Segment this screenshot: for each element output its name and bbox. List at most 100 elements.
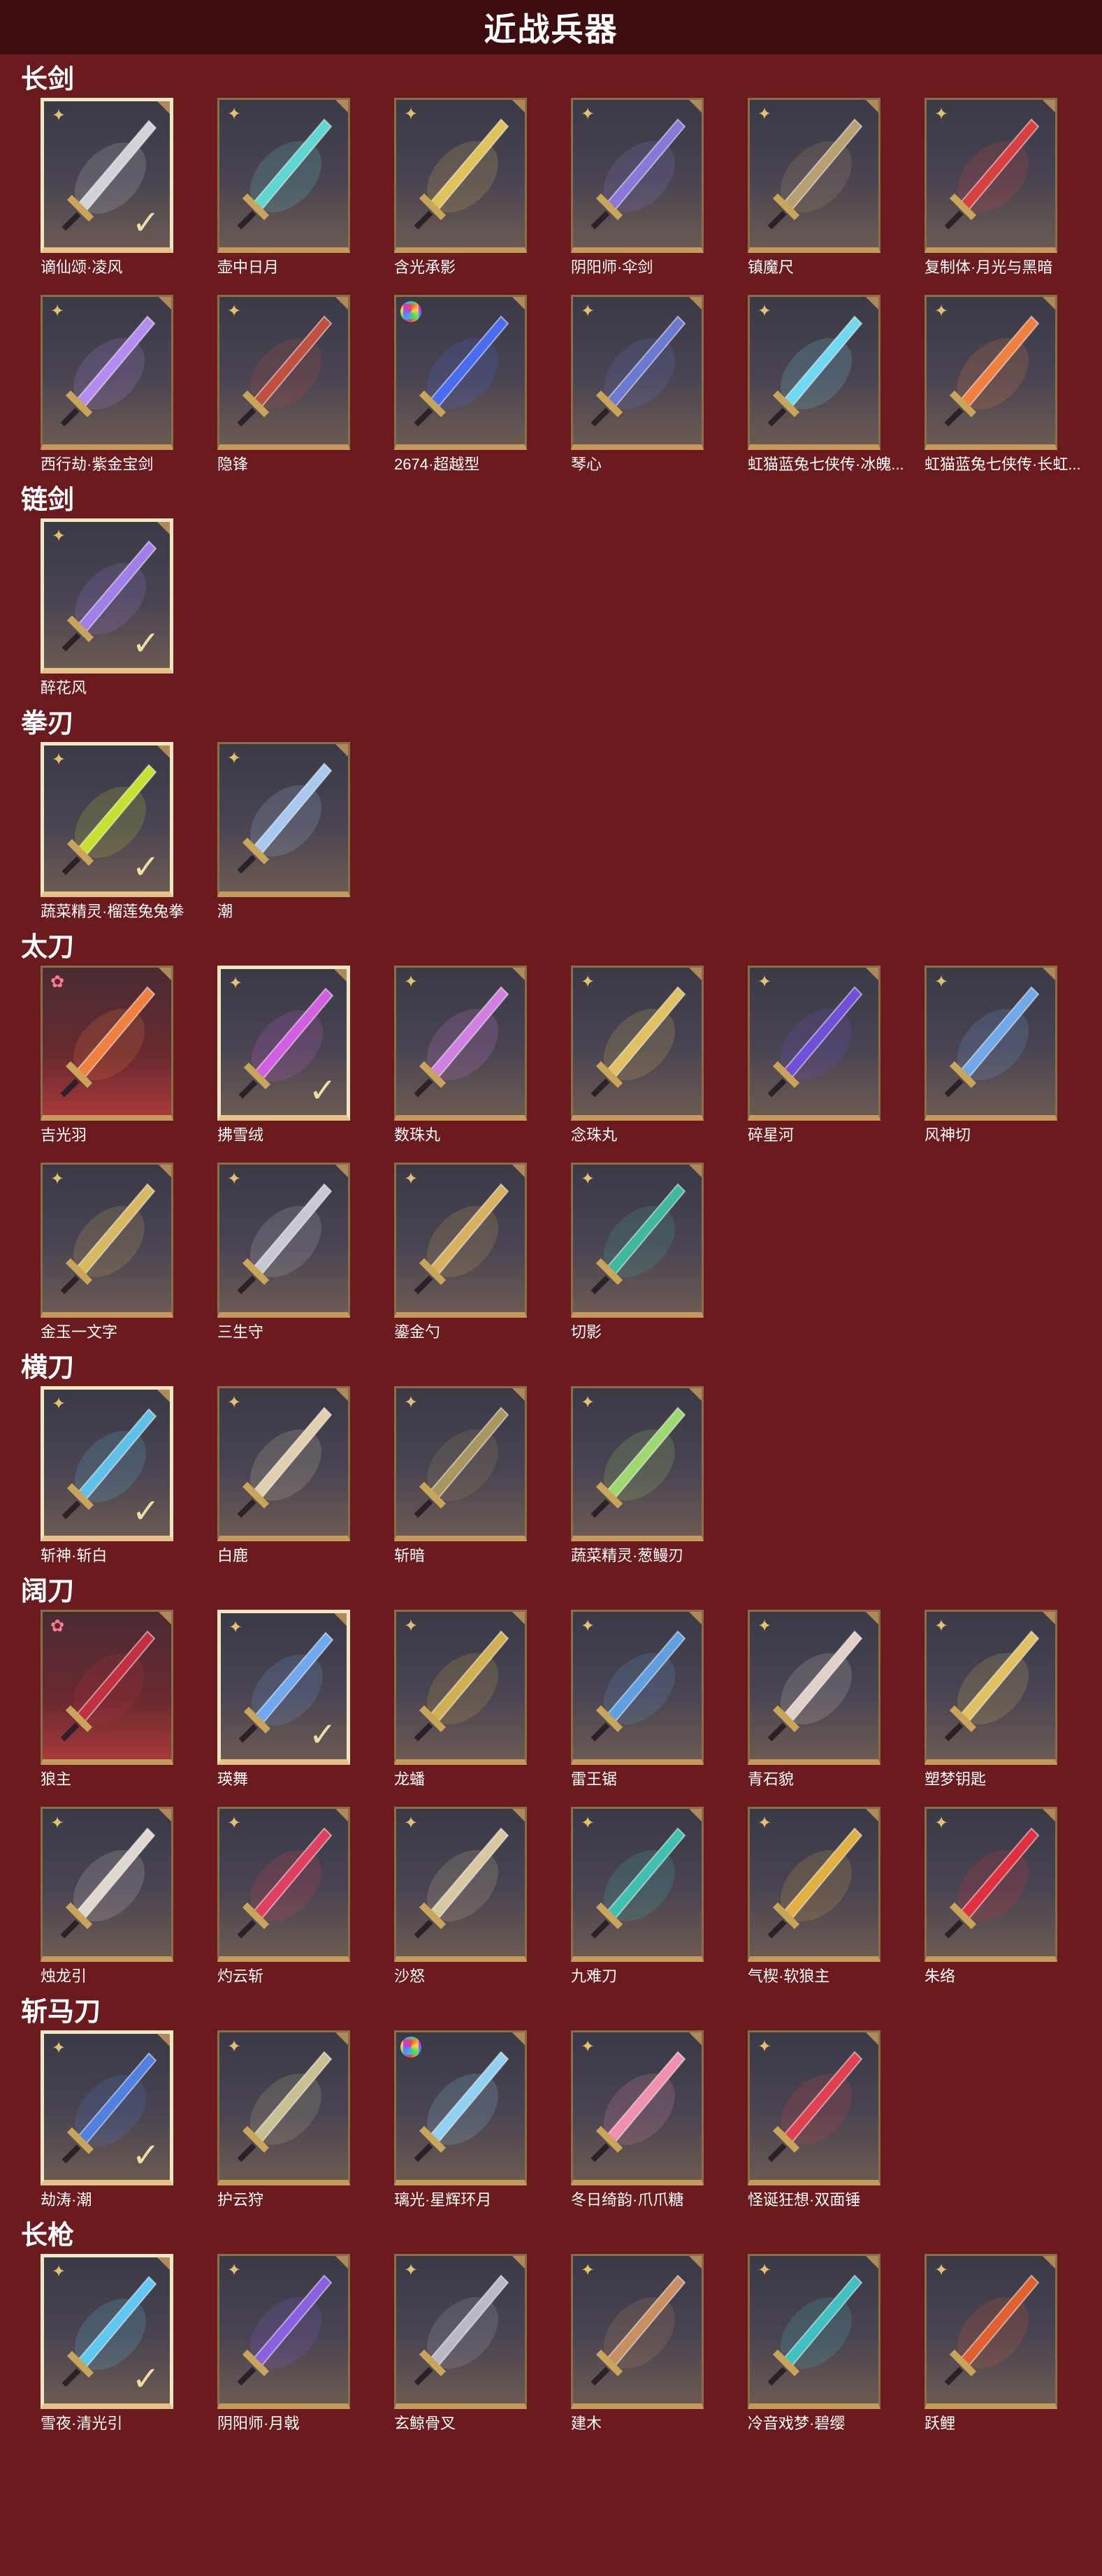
weapon-card[interactable]: ✦ <box>394 1386 527 1541</box>
weapon-item[interactable]: ✦ 青石貌 <box>748 1610 880 1790</box>
weapon-item[interactable]: ✦ 白鹿 <box>217 1386 350 1566</box>
weapon-card[interactable]: ✦ <box>571 1610 704 1765</box>
weapon-item[interactable]: ✦ ✓ 谪仙颂·凌风 <box>41 98 173 278</box>
weapon-card[interactable]: ✦ <box>394 1610 527 1765</box>
weapon-item[interactable]: ✦ 镇魔尺 <box>748 98 880 278</box>
weapon-item[interactable]: ✦ 沙怒 <box>394 1807 527 1987</box>
weapon-item[interactable]: ✦ 切影 <box>571 1163 704 1343</box>
weapon-item[interactable]: ✦ 复制体·月光与黑暗 <box>925 98 1057 278</box>
weapon-card[interactable]: ✦ ✓ <box>41 2030 173 2185</box>
weapon-card[interactable]: ✦ <box>571 98 704 253</box>
weapon-card[interactable]: ✦ <box>925 98 1057 253</box>
weapon-card[interactable]: ✦ <box>748 2030 880 2185</box>
weapon-item[interactable]: 璃光·星辉环月 <box>394 2030 527 2211</box>
weapon-card[interactable]: ✦ <box>571 1163 704 1318</box>
weapon-card[interactable]: ✿ <box>41 1610 173 1765</box>
weapon-item[interactable]: ✦ 冬日绮韵·爪爪糖 <box>571 2030 704 2211</box>
weapon-item[interactable]: ✦ ✓ 劫涛·潮 <box>41 2030 173 2211</box>
weapon-item[interactable]: ✦ ✓ 雪夜·清光引 <box>41 2254 173 2434</box>
weapon-item[interactable]: ✦ 壶中日月 <box>217 98 350 278</box>
weapon-card[interactable]: ✦ <box>571 2030 704 2185</box>
weapon-card[interactable]: ✦ <box>748 98 880 253</box>
weapon-item[interactable]: ✦ 塑梦钥匙 <box>925 1610 1057 1790</box>
weapon-card[interactable]: ✿ <box>41 966 173 1121</box>
weapon-item[interactable]: ✦ 阴阳师·伞剑 <box>571 98 704 278</box>
weapon-card[interactable]: ✦ <box>925 1807 1057 1962</box>
weapon-item[interactable]: ✦ 三生守 <box>217 1163 350 1343</box>
weapon-card[interactable]: ✦ <box>571 1807 704 1962</box>
weapon-card[interactable] <box>394 2030 527 2185</box>
weapon-item[interactable]: ✦ 琴心 <box>571 295 704 475</box>
weapon-card[interactable]: ✦ <box>925 2254 1057 2409</box>
weapon-card[interactable]: ✦ <box>748 1610 880 1765</box>
weapon-card[interactable]: ✦ <box>748 966 880 1121</box>
weapon-item[interactable]: ✦ 怪诞狂想·双面锤 <box>748 2030 880 2211</box>
weapon-card[interactable]: ✦ <box>41 1163 173 1318</box>
weapon-card[interactable]: ✦ <box>748 1807 880 1962</box>
weapon-card[interactable]: ✦ <box>748 2254 880 2409</box>
weapon-item[interactable]: ✦ 气楔·软狼主 <box>748 1807 880 1987</box>
weapon-card[interactable]: ✦ <box>217 2030 350 2185</box>
weapon-item[interactable]: ✦ 烛龙引 <box>41 1807 173 1987</box>
weapon-item[interactable]: ✿ 吉光羽 <box>41 966 173 1146</box>
weapon-item[interactable]: ✦ 碎星河 <box>748 966 880 1146</box>
weapon-card[interactable] <box>394 295 527 450</box>
weapon-card[interactable]: ✦ <box>394 98 527 253</box>
weapon-card[interactable]: ✦ ✓ <box>41 2254 173 2409</box>
weapon-item[interactable]: ✦ 虹猫蓝兔七侠传·长虹... <box>925 295 1081 475</box>
weapon-item[interactable]: ✦ 风神切 <box>925 966 1057 1146</box>
weapon-item[interactable]: ✦ 数珠丸 <box>394 966 527 1146</box>
weapon-card[interactable]: ✦ ✓ <box>217 1610 350 1765</box>
weapon-card[interactable]: ✦ <box>925 295 1057 450</box>
weapon-card[interactable]: ✦ <box>925 966 1057 1121</box>
weapon-card[interactable]: ✦ ✓ <box>41 1386 173 1541</box>
weapon-card[interactable]: ✦ <box>41 295 173 450</box>
weapon-card[interactable]: ✦ <box>394 1163 527 1318</box>
weapon-item[interactable]: ✦ ✓ 醉花风 <box>41 518 173 699</box>
weapon-item[interactable]: ✦ 念珠丸 <box>571 966 704 1146</box>
weapon-card[interactable]: ✦ ✓ <box>41 98 173 253</box>
weapon-item[interactable]: ✦ 建木 <box>571 2254 704 2434</box>
weapon-item[interactable]: ✦ 玄鲸骨叉 <box>394 2254 527 2434</box>
weapon-item[interactable]: ✦ 九难刀 <box>571 1807 704 1987</box>
weapon-card[interactable]: ✦ <box>394 1807 527 1962</box>
weapon-item[interactable]: ✦ 蔬菜精灵·葱鳗刃 <box>571 1386 704 1566</box>
weapon-card[interactable]: ✦ <box>217 295 350 450</box>
weapon-item[interactable]: ✿ 狼主 <box>41 1610 173 1790</box>
weapon-item[interactable]: ✦ 龙蟠 <box>394 1610 527 1790</box>
weapon-item[interactable]: ✦ 冷音戏梦·碧缨 <box>748 2254 880 2434</box>
weapon-item[interactable]: ✦ 灼云斩 <box>217 1807 350 1987</box>
weapon-item[interactable]: ✦ ✓ 拂雪绒 <box>217 966 350 1146</box>
weapon-item[interactable]: ✦ 金玉一文字 <box>41 1163 173 1343</box>
weapon-item[interactable]: 2674·超越型 <box>394 295 527 475</box>
weapon-item[interactable]: ✦ ✓ 蔬菜精灵·榴莲兔兔拳 <box>41 742 184 922</box>
weapon-item[interactable]: ✦ 潮 <box>217 742 350 922</box>
weapon-item[interactable]: ✦ 护云狩 <box>217 2030 350 2211</box>
weapon-item[interactable]: ✦ 跃鲤 <box>925 2254 1057 2434</box>
weapon-card[interactable]: ✦ <box>571 295 704 450</box>
weapon-card[interactable]: ✦ <box>394 2254 527 2409</box>
weapon-card[interactable]: ✦ <box>748 295 880 450</box>
weapon-card[interactable]: ✦ <box>925 1610 1057 1765</box>
weapon-card[interactable]: ✦ ✓ <box>217 966 350 1121</box>
weapon-card[interactable]: ✦ <box>394 966 527 1121</box>
weapon-card[interactable]: ✦ ✓ <box>41 518 173 674</box>
weapon-card[interactable]: ✦ <box>217 1163 350 1318</box>
weapon-item[interactable]: ✦ 朱络 <box>925 1807 1057 1987</box>
weapon-card[interactable]: ✦ <box>41 1807 173 1962</box>
weapon-card[interactable]: ✦ <box>217 98 350 253</box>
weapon-item[interactable]: ✦ ✓ 瑛舞 <box>217 1610 350 1790</box>
weapon-card[interactable]: ✦ <box>571 1386 704 1541</box>
weapon-card[interactable]: ✦ <box>217 742 350 897</box>
weapon-item[interactable]: ✦ 斩暗 <box>394 1386 527 1566</box>
weapon-item[interactable]: ✦ ✓ 斩神·斩白 <box>41 1386 173 1566</box>
weapon-card[interactable]: ✦ <box>571 2254 704 2409</box>
weapon-card[interactable]: ✦ <box>217 2254 350 2409</box>
weapon-card[interactable]: ✦ <box>571 966 704 1121</box>
weapon-item[interactable]: ✦ 虹猫蓝兔七侠传·冰魄... <box>748 295 904 475</box>
weapon-item[interactable]: ✦ 含光承影 <box>394 98 527 278</box>
weapon-card[interactable]: ✦ ✓ <box>41 742 173 897</box>
weapon-card[interactable]: ✦ <box>217 1386 350 1541</box>
weapon-card[interactable]: ✦ <box>217 1807 350 1962</box>
weapon-item[interactable]: ✦ 阴阳师·月戟 <box>217 2254 350 2434</box>
